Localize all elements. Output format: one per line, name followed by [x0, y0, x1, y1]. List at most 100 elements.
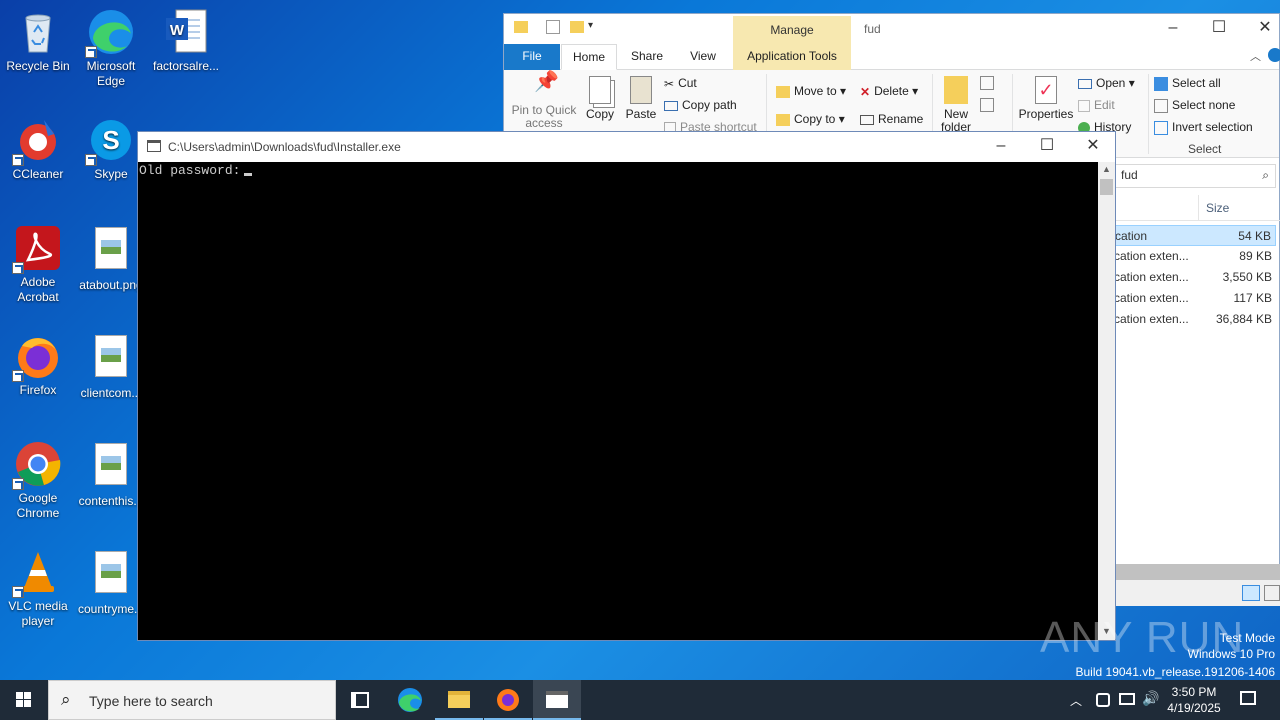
image-file-icon — [87, 443, 135, 491]
file-size: 36,884 KB — [1215, 312, 1272, 326]
open-icon — [1078, 78, 1092, 89]
scroll-up-arrow-icon[interactable]: ▲ — [1102, 164, 1111, 174]
start-button[interactable] — [0, 680, 48, 720]
search-input[interactable]: fud ⌕ — [1114, 164, 1276, 188]
console-close-button[interactable]: ✕ — [1070, 132, 1116, 162]
edit-button[interactable]: Edit — [1078, 98, 1115, 112]
security-icon[interactable] — [1096, 693, 1110, 707]
tab-file[interactable]: File — [504, 44, 560, 70]
file-type: cation exten... — [1114, 312, 1189, 326]
console-output[interactable]: Old password: — [138, 162, 1099, 640]
new-folder-qa-icon[interactable] — [570, 21, 584, 33]
taskbar-clock[interactable]: 3:50 PM 4/19/2025 — [1158, 684, 1230, 716]
paste-button[interactable]: Paste — [621, 76, 661, 121]
file-row[interactable]: cation 54 KB — [1114, 225, 1276, 246]
skype-icon: S — [85, 116, 135, 166]
desktop-icon-recycle-bin[interactable]: Recycle Bin — [0, 8, 76, 74]
new-folder-button[interactable]: New folder — [936, 76, 976, 134]
properties-icon: ✓ — [1035, 76, 1057, 104]
console-scrollbar[interactable]: ▲ ▼ — [1098, 162, 1115, 640]
task-view-button[interactable] — [336, 680, 384, 720]
new-item-icon[interactable] — [980, 76, 994, 90]
taskbar-firefox[interactable] — [484, 680, 532, 720]
clock-date: 4/19/2025 — [1167, 701, 1221, 715]
copy-path-button[interactable]: Copy path — [664, 98, 737, 112]
tab-view[interactable]: View — [677, 44, 729, 70]
console-icon — [546, 691, 568, 708]
size-column-header[interactable]: Size — [1206, 201, 1229, 215]
collapse-ribbon-icon[interactable]: ︿ — [1250, 48, 1261, 64]
cut-button[interactable]: ✂ Cut — [664, 76, 697, 91]
edit-label: Edit — [1094, 98, 1115, 112]
tab-home[interactable]: Home — [561, 44, 617, 70]
details-view-icon[interactable] — [1242, 585, 1260, 601]
easy-access-icon[interactable] — [980, 98, 994, 112]
console-title-bar[interactable]: C:\Users\admin\Downloads\fud\Installer.e… — [138, 132, 1115, 162]
search-icon: ⌕ — [1262, 168, 1269, 182]
open-button[interactable]: Open ▾ — [1078, 76, 1135, 90]
file-size: 89 KB — [1239, 249, 1272, 263]
file-row[interactable]: cation exten... 89 KB — [1114, 246, 1276, 267]
tab-application-tools[interactable]: Application Tools — [733, 44, 851, 70]
file-type: cation exten... — [1114, 291, 1189, 305]
copy-to-label: Copy to — [794, 112, 836, 126]
desktop-icon-google-chrome[interactable]: Google Chrome — [0, 440, 76, 521]
invert-selection-button[interactable]: Invert selection — [1154, 120, 1253, 135]
pin-quick-access-button[interactable]: 📌 Pin to Quick access — [508, 72, 580, 130]
folder-icon — [448, 691, 470, 708]
copy-to-icon — [776, 113, 790, 126]
file-size: 117 KB — [1233, 291, 1272, 305]
search-value: fud — [1121, 168, 1138, 182]
select-all-button[interactable]: Select all — [1154, 76, 1221, 91]
horizontal-scrollbar[interactable] — [1114, 564, 1280, 580]
console-minimize-button[interactable]: – — [978, 132, 1024, 162]
test-mode-label: Test Mode — [1219, 631, 1275, 645]
delete-button[interactable]: ✕ Delete ▾ — [860, 84, 918, 99]
desktop-icon-vlc[interactable]: VLC media player — [0, 548, 76, 629]
large-icons-view-icon[interactable] — [1264, 585, 1280, 601]
shortcut-arrow-icon — [12, 370, 24, 382]
chevron-down-icon[interactable]: ▾ — [588, 20, 593, 31]
desktop-icon-factorsalre[interactable]: W factorsalre... — [148, 8, 224, 74]
taskbar-edge[interactable] — [386, 680, 434, 720]
copy-icon — [589, 76, 611, 104]
rename-button[interactable]: Rename — [860, 112, 923, 126]
taskbar-console[interactable] — [533, 680, 581, 720]
properties-button[interactable]: ✓ Properties — [1018, 76, 1074, 121]
select-none-button[interactable]: Select none — [1154, 98, 1235, 113]
desktop-icon-firefox[interactable]: Firefox — [0, 332, 76, 398]
edit-icon — [1078, 99, 1090, 112]
column-headers: Size — [1114, 195, 1280, 221]
desktop-icon-ccleaner[interactable]: CCleaner — [0, 116, 76, 182]
word-document-icon: W — [162, 8, 210, 56]
desktop-icon-adobe-acrobat[interactable]: Adobe Acrobat — [0, 224, 76, 305]
desktop-icon-microsoft-edge[interactable]: Microsoft Edge — [73, 8, 149, 89]
image-file-icon — [87, 335, 135, 383]
file-row[interactable]: cation exten... 117 KB — [1114, 288, 1276, 309]
move-to-button[interactable]: Move to ▾ — [776, 84, 846, 98]
file-row[interactable]: cation exten... 36,884 KB — [1114, 309, 1276, 330]
show-hidden-icons-button[interactable]: ︿ — [1070, 692, 1082, 720]
file-row[interactable]: cation exten... 3,550 KB — [1114, 267, 1276, 288]
console-window[interactable]: C:\Users\admin\Downloads\fud\Installer.e… — [137, 131, 1116, 641]
console-maximize-button[interactable]: ☐ — [1024, 132, 1070, 162]
scroll-thumb[interactable] — [1100, 179, 1113, 195]
shortcut-arrow-icon — [85, 46, 97, 58]
taskbar-file-explorer[interactable] — [435, 680, 483, 720]
notification-center-icon[interactable] — [1240, 691, 1256, 705]
tab-share[interactable]: Share — [621, 44, 673, 70]
desktop-icon-label: factorsalre... — [152, 59, 220, 73]
minimize-button[interactable]: – — [1150, 14, 1196, 44]
maximize-button[interactable]: ☐ — [1196, 14, 1242, 44]
properties-qa-icon[interactable] — [546, 20, 560, 34]
copy-to-button[interactable]: Copy to ▾ — [776, 112, 845, 126]
help-icon[interactable] — [1268, 48, 1280, 62]
copy-button[interactable]: Copy — [580, 76, 620, 121]
network-icon[interactable] — [1119, 693, 1135, 705]
taskbar-search-box[interactable]: ⌕ Type here to search — [48, 680, 336, 720]
scissors-icon: ✂ — [664, 76, 675, 91]
task-view-icon — [351, 692, 369, 708]
volume-icon[interactable]: 🔊 — [1142, 690, 1159, 720]
file-size: 54 KB — [1238, 229, 1271, 243]
close-button[interactable]: ✕ — [1242, 14, 1280, 44]
